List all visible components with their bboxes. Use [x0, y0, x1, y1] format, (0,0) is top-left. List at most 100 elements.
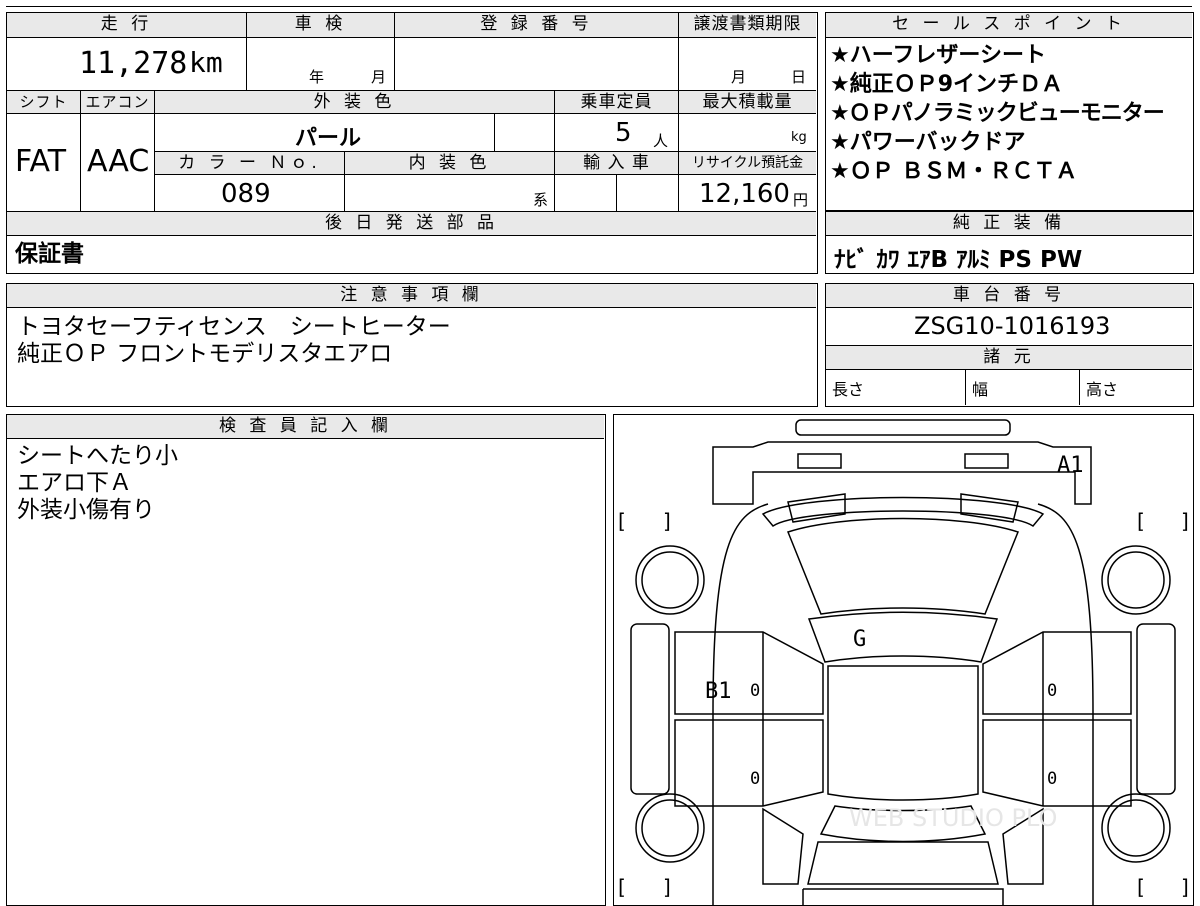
- inspector-header: 検 査 員 記 入 欄: [7, 415, 604, 439]
- sales-points-list: ★ハーフレザーシート ★純正ＯＰ9インチＤＡ ★ＯＰパノラミックビューモニター …: [826, 41, 1192, 186]
- car-diagram-box: A1 G B1 0 0 0 0 [ ] [ ] [ ] [ ] WEB STUD…: [613, 414, 1194, 906]
- mileage-cell: 11,278 km: [7, 38, 247, 91]
- vehicle-info-table: 走 行 車 検 登 録 番 号 譲渡書類期限 11,278 km 年 月 月 日…: [6, 12, 818, 274]
- inspector-line: 外装小傷有り: [17, 497, 155, 523]
- import-header: 輸 入 車: [555, 152, 679, 175]
- exterior-color-header: 外 装 色: [155, 91, 555, 114]
- zero-label: 0: [1047, 769, 1057, 789]
- specs-header: 諸 元: [826, 346, 1192, 370]
- damage-mark-g: G: [853, 627, 866, 652]
- chassis-value: ZSG10-1016193: [914, 312, 1111, 340]
- chassis-cell: ZSG10-1016193: [826, 308, 1192, 346]
- shift-cell: FAT: [7, 114, 81, 212]
- shaken-month-unit: 月: [371, 68, 387, 86]
- aircon-cell: AAC: [81, 114, 155, 212]
- import-cell-a: [555, 175, 617, 212]
- color-no-cell: 089: [155, 175, 345, 212]
- interior-color-cell: 系: [345, 175, 555, 212]
- damage-mark-b1: B1: [705, 679, 732, 704]
- import-cell-b: [617, 175, 679, 212]
- bracket-close: ]: [1181, 875, 1189, 899]
- shift-header: シフト: [7, 91, 81, 114]
- shaken-cell: 年 月: [247, 38, 395, 91]
- spec-width-label: 幅: [972, 380, 989, 399]
- notes-box: 注 意 事 項 欄 トヨタセーフティセンス シートヒーター 純正ＯＰ フロントモ…: [6, 283, 818, 407]
- exterior-color-value: パール: [295, 126, 362, 151]
- sales-points-box: セ ー ル ス ポ イ ン ト ★ハーフレザーシート ★純正ＯＰ9インチＤＡ ★…: [825, 12, 1194, 211]
- bracket-open: [: [618, 509, 626, 533]
- recycle-value: 12,160: [699, 179, 790, 209]
- transfer-deadline-header: 譲渡書類期限: [679, 13, 816, 38]
- car-diagram: A1 G B1 0 0 0 0 [ ] [ ] [ ] [ ] WEB STUD…: [618, 419, 1189, 905]
- registration-header: 登 録 番 号: [395, 13, 679, 38]
- sales-points-header: セ ー ル ス ポ イ ン ト: [826, 13, 1192, 38]
- sales-point-item: ★純正ＯＰ9インチＤＡ: [830, 72, 1064, 97]
- transfer-month-unit: 月: [731, 68, 747, 86]
- color-no-value: 089: [221, 179, 271, 209]
- aircon-header: エアコン: [81, 91, 155, 114]
- transfer-day-unit: 日: [791, 68, 807, 86]
- interior-color-unit: 系: [533, 191, 549, 209]
- capacity-cell: 5 人: [555, 114, 679, 152]
- sales-point-item: ★ＯＰ ＢＳＭ・ＲＣＴＡ: [830, 159, 1078, 184]
- shaken-year-unit: 年: [309, 68, 325, 86]
- zero-label: 0: [750, 769, 760, 789]
- max-load-unit: kg: [791, 130, 807, 145]
- bracket-open: [: [618, 875, 626, 899]
- shaken-header: 車 検: [247, 13, 395, 38]
- bracket-close: ]: [663, 509, 671, 533]
- equipment-value: ﾅﾋﾞ ｶﾜ ｴｱB ｱﾙﾐ PS PW: [834, 247, 1083, 273]
- capacity-value: 5: [615, 118, 632, 148]
- mileage-value: 11,278: [79, 46, 188, 81]
- inspector-line: シートへたり小: [17, 443, 178, 469]
- equipment-box: 純 正 装 備 ﾅﾋﾞ ｶﾜ ｴｱB ｱﾙﾐ PS PW: [825, 211, 1194, 274]
- bracket-close: ]: [663, 875, 671, 899]
- exterior-color-cell: パール: [155, 114, 495, 152]
- color-no-header: カ ラ ー Ｎｏ.: [155, 152, 345, 175]
- sales-point-item: ★ハーフレザーシート: [830, 43, 1046, 68]
- top-cutoff-strip: [6, 0, 1192, 7]
- capacity-header: 乗車定員: [555, 91, 679, 114]
- recycle-header: リサイクル預託金: [679, 152, 816, 175]
- interior-color-header: 内 装 色: [345, 152, 555, 175]
- note-line: 純正ＯＰ フロントモデリスタエアロ: [17, 341, 393, 367]
- notes-lines: トヨタセーフティセンス シートヒーター 純正ＯＰ フロントモデリスタエアロ: [11, 314, 451, 368]
- equipment-header: 純 正 装 備: [826, 212, 1192, 236]
- sales-point-item: ★ＯＰパノラミックビューモニター: [830, 101, 1165, 126]
- registration-cell: [395, 38, 679, 91]
- later-parts-cell: 保証書: [7, 236, 816, 272]
- note-line: トヨタセーフティセンス シートヒーター: [17, 314, 451, 340]
- aircon-value: AAC: [87, 144, 150, 179]
- bracket-open: [: [1137, 509, 1145, 533]
- later-parts-value: 保証書: [15, 241, 84, 267]
- spec-height-label: 高さ: [1086, 380, 1119, 399]
- bracket-close: ]: [1181, 509, 1189, 533]
- capacity-unit: 人: [653, 132, 669, 150]
- spec-length-label: 長さ: [832, 380, 865, 399]
- recycle-unit: 円: [793, 191, 809, 209]
- spec-width-cell: 幅: [966, 370, 1080, 405]
- zero-label: 0: [1047, 681, 1057, 701]
- recycle-cell: 12,160 円: [679, 175, 816, 212]
- spec-length-cell: 長さ: [826, 370, 966, 405]
- mileage-unit: km: [189, 46, 223, 79]
- notes-header: 注 意 事 項 欄: [7, 284, 816, 308]
- shift-value: FAT: [15, 144, 67, 179]
- chassis-box: 車 台 番 号 ZSG10-1016193 諸 元 長さ 幅 高さ: [825, 283, 1194, 407]
- later-parts-header: 後 日 発 送 部 品: [7, 212, 816, 236]
- spec-height-cell: 高さ: [1080, 370, 1192, 405]
- damage-mark-a1: A1: [1057, 453, 1084, 478]
- max-load-cell: kg: [679, 114, 816, 152]
- transfer-deadline-cell: 月 日: [679, 38, 816, 91]
- bracket-open: [: [1137, 875, 1145, 899]
- watermark: WEB STUDIO PLO: [849, 804, 1057, 832]
- chassis-header: 車 台 番 号: [826, 284, 1192, 308]
- inspector-box: 検 査 員 記 入 欄 シートへたり小 エアロ下Ａ 外装小傷有り: [6, 414, 606, 906]
- exterior-color-extra-cell: [495, 114, 555, 152]
- inspector-line: エアロ下Ａ: [17, 470, 132, 496]
- mileage-header: 走 行: [7, 13, 247, 38]
- max-load-header: 最大積載量: [679, 91, 816, 114]
- inspector-lines: シートへたり小 エアロ下Ａ 外装小傷有り: [11, 443, 178, 524]
- zero-label: 0: [750, 681, 760, 701]
- sales-point-item: ★パワーバックドア: [830, 130, 1026, 155]
